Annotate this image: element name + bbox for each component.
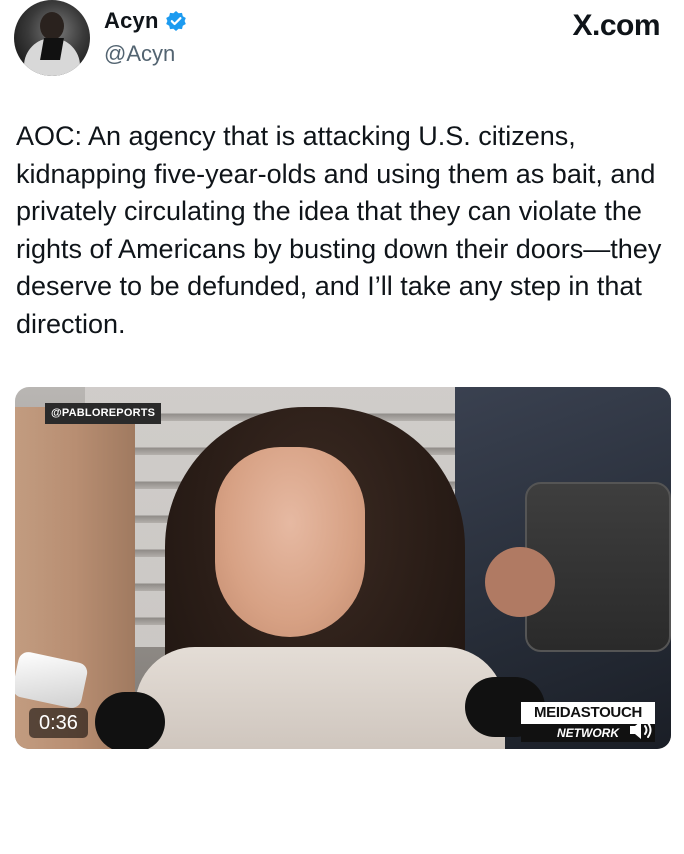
author-handle[interactable]: @Acyn: [104, 41, 175, 67]
video-frame-subject-jacket: [135, 647, 505, 749]
tweet-text: AOC: An agency that is attacking U.S. ci…: [16, 121, 662, 339]
avatar[interactable]: [14, 0, 90, 76]
source-watermark: @PABLOREPORTS: [45, 403, 162, 424]
author-name[interactable]: Acyn: [104, 8, 159, 34]
verified-badge-icon: [165, 10, 187, 32]
site-logo: X.com: [572, 9, 660, 42]
video-player[interactable]: @PABLOREPORTS 0:36 MEIDASTOUCH NETWORK: [15, 387, 671, 749]
video-duration: 0:36: [29, 708, 88, 738]
video-frame-hand: [485, 547, 555, 617]
video-frame-subject-face: [215, 447, 365, 637]
video-frame-microphone: [95, 692, 165, 749]
speaker-icon[interactable]: [627, 717, 657, 743]
author-name-row: Acyn: [104, 8, 187, 34]
tweet-header: Acyn @Acyn X.com: [0, 0, 684, 90]
